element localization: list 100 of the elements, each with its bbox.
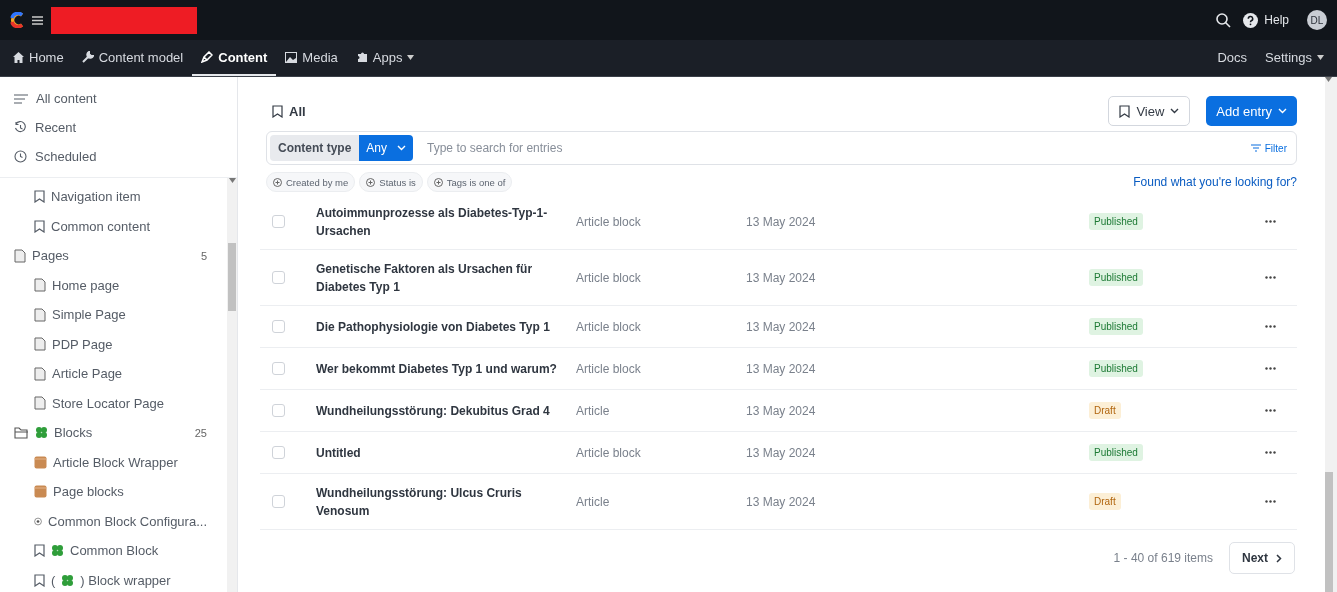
view-title: All bbox=[289, 103, 306, 119]
more-icon[interactable] bbox=[1265, 451, 1276, 454]
feedback-link[interactable]: Found what you're looking for? bbox=[1133, 175, 1297, 189]
more-icon[interactable] bbox=[1265, 220, 1276, 223]
row-checkbox[interactable] bbox=[272, 320, 285, 333]
more-icon[interactable] bbox=[1265, 409, 1276, 412]
sidebar-item[interactable]: Home page bbox=[0, 270, 227, 300]
date-cell-text: 13 May 2024 bbox=[746, 214, 817, 229]
entry-title: Die Pathophysiologie von Diabetes Typ 1 bbox=[316, 318, 551, 336]
logo-icon bbox=[10, 12, 24, 28]
content-type-cell-text: Article block bbox=[576, 214, 642, 229]
sidebar-item[interactable]: Common Block Configura... bbox=[0, 506, 227, 536]
more-icon[interactable] bbox=[1265, 276, 1276, 279]
sidebar-item[interactable]: Article Page bbox=[0, 359, 227, 389]
sidebar-item[interactable]: Simple Page bbox=[0, 300, 227, 330]
row-checkbox[interactable] bbox=[272, 495, 285, 508]
nav-link[interactable]: Docs bbox=[1208, 40, 1256, 76]
entry-row[interactable]: Die Pathophysiologie von Diabetes Typ 1 Article block 13 May 2024 Published bbox=[260, 306, 1297, 348]
scrollbar-thumb[interactable] bbox=[1325, 472, 1333, 592]
scrollbar[interactable] bbox=[227, 178, 237, 592]
nav-link[interactable]: Settings bbox=[1256, 40, 1333, 76]
block-icon bbox=[34, 455, 47, 469]
content-type-select[interactable]: Any bbox=[359, 135, 414, 161]
add-entry-button[interactable]: Add entry bbox=[1206, 96, 1297, 126]
sidebar-item[interactable]: Navigation item bbox=[0, 182, 227, 212]
status-badge: Published bbox=[1089, 318, 1143, 335]
plus-circle-icon bbox=[433, 177, 443, 187]
page-icon bbox=[34, 366, 46, 381]
sidebar-item[interactable]: PDP Page bbox=[0, 329, 227, 359]
help-button[interactable]: Help bbox=[1239, 12, 1293, 28]
filter-button[interactable]: Filter bbox=[1244, 141, 1293, 155]
status-badge: Published bbox=[1089, 213, 1143, 230]
home-icon bbox=[13, 51, 24, 63]
item-count: 5 bbox=[200, 249, 207, 262]
nav-tab[interactable]: Content bbox=[192, 40, 277, 76]
date-cell-text: 13 May 2024 bbox=[746, 361, 817, 376]
entry-title: Wundheilungsstörung: Dekubitus Grad 4 bbox=[316, 402, 551, 420]
search-icon[interactable] bbox=[1216, 12, 1232, 28]
sidebar-item[interactable]: Page blocks bbox=[0, 477, 227, 507]
status-badge: Published bbox=[1089, 444, 1143, 461]
sidebar-item[interactable]: Pages 5 bbox=[0, 241, 227, 271]
row-checkbox[interactable] bbox=[272, 446, 285, 459]
chevron-down-icon bbox=[1278, 108, 1287, 114]
status-badge: Draft bbox=[1089, 493, 1121, 510]
entry-row[interactable]: Autoimmunprozesse als Diabetes-Typ-1-Ursachen Article block 13 May 2024 Published bbox=[260, 194, 1297, 250]
entry-row[interactable]: Wundheilungsstörung: Ulcus Cruris Venosum Article 13 May 2024 Draft bbox=[260, 474, 1297, 530]
page-icon bbox=[14, 248, 26, 263]
sidebar-view[interactable]: Scheduled bbox=[6, 142, 237, 171]
page-icon bbox=[34, 337, 46, 352]
sidebar-view[interactable]: All content bbox=[6, 84, 237, 113]
bookmark-icon bbox=[34, 219, 45, 233]
row-checkbox[interactable] bbox=[272, 362, 285, 375]
nav-tab[interactable]: Home bbox=[4, 40, 73, 76]
scrollbar-thumb[interactable] bbox=[228, 243, 236, 311]
sidebar-item[interactable]: Common content bbox=[0, 211, 227, 241]
sidebar-view[interactable]: Recent bbox=[6, 113, 237, 142]
filter-chip[interactable]: Tags is one of bbox=[426, 172, 513, 192]
item-count: 25 bbox=[194, 426, 207, 439]
filter-chip[interactable]: Created by me bbox=[266, 172, 356, 192]
entry-row[interactable]: Wundheilungsstörung: Dekubitus Grad 4 Article 13 May 2024 Draft bbox=[260, 390, 1297, 432]
content-type-cell-text: Article block bbox=[576, 319, 642, 334]
status-badge: Draft bbox=[1089, 402, 1121, 419]
date-cell-text: 13 May 2024 bbox=[746, 319, 817, 334]
nav-tab[interactable]: Content model bbox=[72, 40, 193, 76]
plus-circle-icon bbox=[273, 177, 282, 187]
nav-tab[interactable]: Apps bbox=[346, 40, 424, 76]
row-checkbox[interactable] bbox=[272, 215, 285, 228]
bookmark-icon bbox=[34, 544, 45, 558]
view-button[interactable]: View bbox=[1108, 96, 1191, 126]
filter-chip[interactable]: Status is bbox=[359, 172, 423, 192]
help-icon bbox=[1243, 12, 1259, 28]
sidebar-item[interactable]: Blocks 25 bbox=[0, 418, 227, 448]
content-type-cell-text: Article bbox=[576, 494, 611, 509]
more-icon[interactable] bbox=[1265, 325, 1276, 328]
sidebar-item[interactable]: ( ) Block wrapper bbox=[0, 565, 227, 592]
sidebar-item[interactable]: Article Block Wrapper bbox=[0, 447, 227, 477]
search-field[interactable]: Content type Any Type to search for entries Filter bbox=[266, 131, 1297, 165]
entry-row[interactable]: Untitled Article block 13 May 2024 Published bbox=[260, 432, 1297, 474]
nav-tab[interactable]: Media bbox=[276, 40, 347, 76]
menu-icon[interactable] bbox=[32, 15, 43, 25]
more-icon[interactable] bbox=[1265, 500, 1276, 503]
more-icon[interactable] bbox=[1265, 367, 1276, 370]
sidebar-item[interactable]: Common Block bbox=[0, 536, 227, 566]
row-checkbox[interactable] bbox=[272, 404, 285, 417]
entry-row[interactable]: Genetische Faktoren als Ursachen für Diabetes Typ 1 Article block 13 May 2024 Published bbox=[260, 250, 1297, 306]
sidebar-item[interactable]: Store Locator Page bbox=[0, 388, 227, 418]
page-icon bbox=[34, 396, 46, 411]
user-avatar[interactable]: DL bbox=[1307, 10, 1327, 30]
clock-icon bbox=[14, 150, 27, 163]
date-cell-text: 13 May 2024 bbox=[746, 494, 817, 509]
entry-title: Wer bekommt Diabetes Typ 1 und warum? bbox=[316, 360, 558, 378]
entry-title: Untitled bbox=[316, 444, 362, 462]
bookmark-icon bbox=[1119, 104, 1131, 118]
entry-row[interactable]: Wer bekommt Diabetes Typ 1 und warum? Article block 13 May 2024 Published bbox=[260, 348, 1297, 390]
row-checkbox[interactable] bbox=[272, 271, 285, 284]
date-cell-text: 13 May 2024 bbox=[746, 445, 817, 460]
image-icon bbox=[285, 51, 298, 63]
next-button[interactable]: Next bbox=[1229, 542, 1295, 574]
scrollbar[interactable] bbox=[1325, 77, 1337, 592]
content-type-cell-text: Article bbox=[576, 403, 611, 418]
